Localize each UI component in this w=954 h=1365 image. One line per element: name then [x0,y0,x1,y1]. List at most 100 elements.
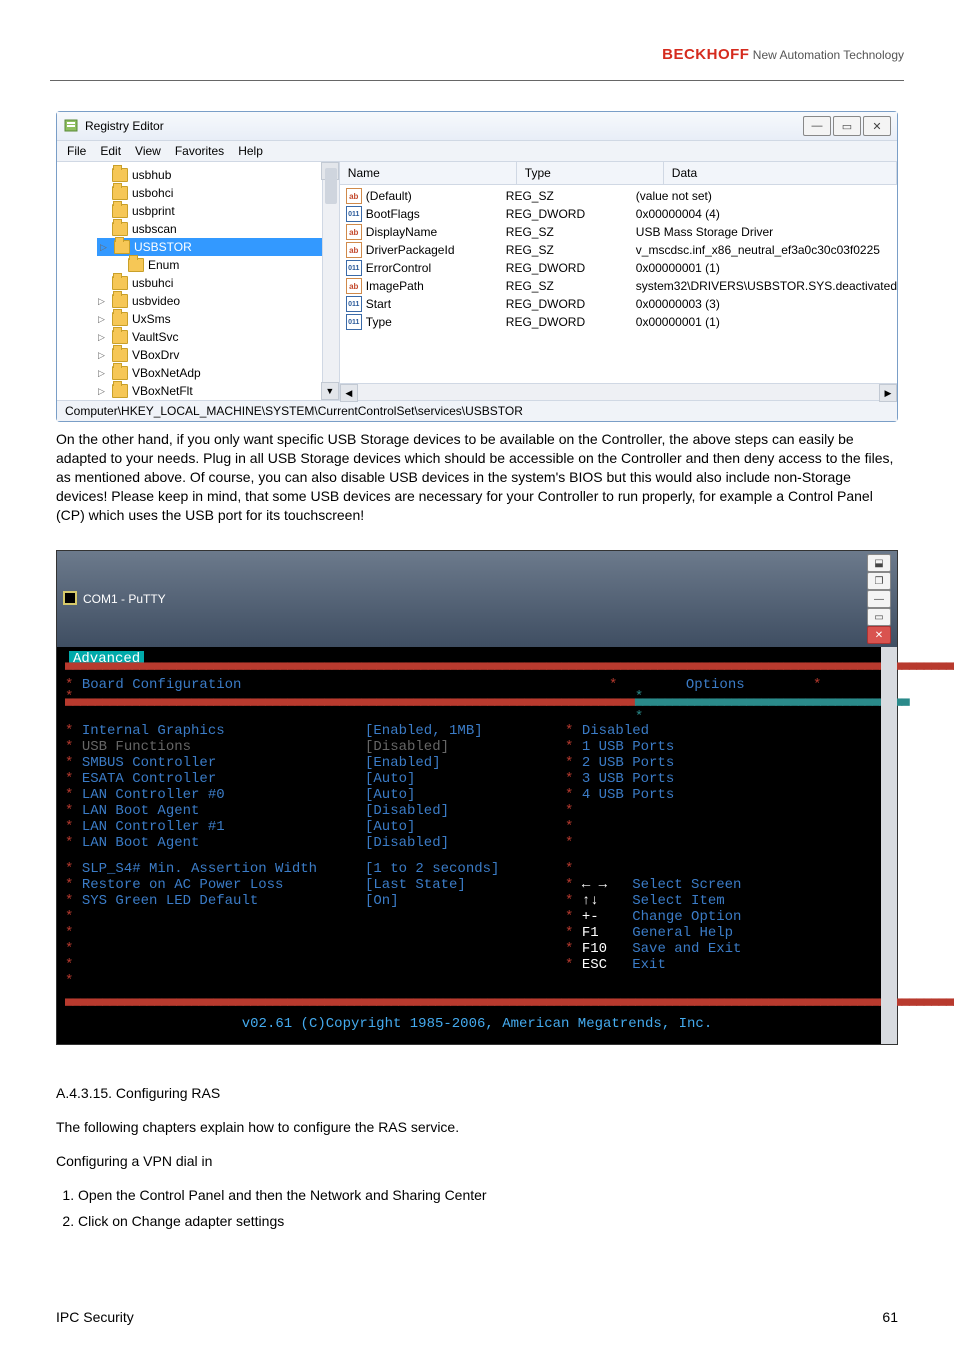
list-item: Open the Control Panel and then the Netw… [78,1187,898,1203]
tree-item[interactable]: ▷usbvideo [97,292,339,310]
list-header[interactable]: Name Type Data [340,162,897,185]
bios-setting-value[interactable]: [On] [365,893,399,909]
scroll-thumb[interactable] [325,168,337,204]
expander-icon[interactable]: ▷ [97,315,106,324]
expander-icon[interactable]: ▷ [97,369,106,378]
tree-item[interactable]: ▷USBSTOR [97,238,339,256]
bios-setting-label[interactable]: SYS Green LED Default [82,893,258,909]
bios-option[interactable]: Disabled [582,723,649,739]
expander-icon[interactable] [97,225,106,234]
bios-setting-label[interactable]: LAN Controller #0 [82,787,225,803]
tree-item[interactable]: usbhub [97,166,339,184]
menu-edit[interactable]: Edit [100,144,121,158]
body-paragraph: On the other hand, if you only want spec… [56,430,898,524]
expander-icon[interactable] [97,279,106,288]
hscroll-right-icon[interactable]: ▶ [879,384,897,402]
expander-icon[interactable]: ▷ [97,333,106,342]
expander-icon[interactable]: ▷ [97,351,106,360]
list-hscrollbar[interactable]: ◀ ▶ [340,383,897,400]
table-row[interactable]: 011BootFlagsREG_DWORD0x00000004 (4) [340,205,897,223]
scroll-down-icon[interactable]: ▼ [321,382,339,400]
col-type[interactable]: Type [517,162,664,184]
bios-option[interactable]: 1 USB Ports [582,739,674,755]
expander-icon[interactable] [97,189,106,198]
bios-close-button[interactable]: ✕ [867,626,891,644]
bios-setting-value[interactable]: [1 to 2 seconds] [365,861,499,877]
tree-item[interactable]: ▷VaultSvc [97,328,339,346]
tree-item[interactable]: Enum [113,256,339,274]
bios-setting-label[interactable]: Internal Graphics [82,723,225,739]
bios-setting-value[interactable]: [Disabled] [365,803,449,819]
bios-setting-value[interactable]: [Auto] [365,787,415,803]
folder-icon [112,276,128,290]
bios-option[interactable]: 4 USB Ports [582,787,674,803]
bios-scrollbar[interactable] [881,647,897,1044]
tree-item[interactable]: usbscan [97,220,339,238]
expander-icon[interactable] [97,207,106,216]
bios-setting-label[interactable]: SMBUS Controller [82,755,216,771]
bios-setting-label[interactable]: LAN Boot Agent [82,803,200,819]
bios-setting-label[interactable]: ESATA Controller [82,771,216,787]
bios-restore-button[interactable]: ❐ [867,572,891,590]
menu-view[interactable]: View [135,144,161,158]
minimize-button[interactable]: — [803,116,831,136]
bios-setting-value[interactable]: [Auto] [365,771,415,787]
expander-icon[interactable]: ▷ [97,387,106,396]
bios-setting-value[interactable]: [Disabled] [365,835,449,851]
expander-icon[interactable]: ▷ [99,243,108,252]
folder-icon [112,366,128,380]
bios-setting-value[interactable]: [Enabled] [365,755,441,771]
bios-setting-value[interactable]: [Disabled] [365,739,449,755]
bios-option[interactable]: 3 USB Ports [582,771,674,787]
bios-setting-label[interactable]: USB Functions [82,739,191,755]
bios-titlebar[interactable]: COM1 - PuTTY ⬓ ❐ — ▭ ✕ [57,551,897,647]
bios-help-key: ESC [582,957,624,973]
window-titlebar[interactable]: Registry Editor — ▭ ✕ [57,112,897,140]
expander-icon[interactable]: ▷ [97,297,106,306]
bios-setting-label[interactable]: SLP_S4# Min. Assertion Width [82,861,317,877]
value-name: ImagePath [366,279,424,293]
bios-setting-value[interactable]: [Auto] [365,819,415,835]
hscroll-left-icon[interactable]: ◀ [340,384,358,402]
value-data: v_mscdsc.inf_x86_neutral_ef3a0c30c03f022… [636,243,897,257]
table-row[interactable]: abDriverPackageIdREG_SZv_mscdsc.inf_x86_… [340,241,897,259]
regedit-icon [63,117,79,136]
bios-maximize-button[interactable]: ▭ [867,608,891,626]
bios-setting-label[interactable]: Restore on AC Power Loss [82,877,284,893]
bios-setting-value[interactable]: [Last State] [365,877,466,893]
tree-item[interactable]: ▷VBoxNetFlt [97,382,339,400]
tree-item[interactable]: usbprint [97,202,339,220]
menu-file[interactable]: File [67,144,86,158]
bios-sys-button[interactable]: ⬓ [867,554,891,572]
bios-setting-value[interactable]: [Enabled, 1MB] [365,723,483,739]
menu-favorites[interactable]: Favorites [175,144,224,158]
menu-help[interactable]: Help [238,144,263,158]
bios-setting-label[interactable]: LAN Boot Agent [82,835,200,851]
brand: BECKHOFF New Automation Technology [662,46,904,63]
expander-icon[interactable] [113,261,122,270]
bios-help-key: F1 [582,925,624,941]
table-row[interactable]: abImagePathREG_SZsystem32\DRIVERS\USBSTO… [340,277,897,295]
tree-item[interactable]: ▷UxSms [97,310,339,328]
registry-tree[interactable]: ▲ ▼ usbhubusbohciusbprintusbscan▷USBSTOR… [57,162,340,400]
value-data: 0x00000001 (1) [636,315,897,329]
col-data[interactable]: Data [664,162,897,184]
table-row[interactable]: abDisplayNameREG_SZUSB Mass Storage Driv… [340,223,897,241]
section-intro: The following chapters explain how to co… [56,1119,898,1135]
table-row[interactable]: 011ErrorControlREG_DWORD0x00000001 (1) [340,259,897,277]
tree-scrollbar[interactable]: ▲ ▼ [322,162,339,400]
tree-item[interactable]: ▷VBoxDrv [97,346,339,364]
table-row[interactable]: 011StartREG_DWORD0x00000003 (3) [340,295,897,313]
col-name[interactable]: Name [340,162,517,184]
bios-setting-label[interactable]: LAN Controller #1 [82,819,225,835]
close-button[interactable]: ✕ [863,116,891,136]
tree-item[interactable]: ▷VBoxNetAdp [97,364,339,382]
tree-item[interactable]: usbohci [97,184,339,202]
maximize-button[interactable]: ▭ [833,116,861,136]
table-row[interactable]: ab(Default)REG_SZ(value not set) [340,187,897,205]
expander-icon[interactable] [97,171,106,180]
table-row[interactable]: 011TypeREG_DWORD0x00000001 (1) [340,313,897,331]
bios-option[interactable]: 2 USB Ports [582,755,674,771]
tree-item[interactable]: usbuhci [97,274,339,292]
bios-minimize-button[interactable]: — [867,590,891,608]
